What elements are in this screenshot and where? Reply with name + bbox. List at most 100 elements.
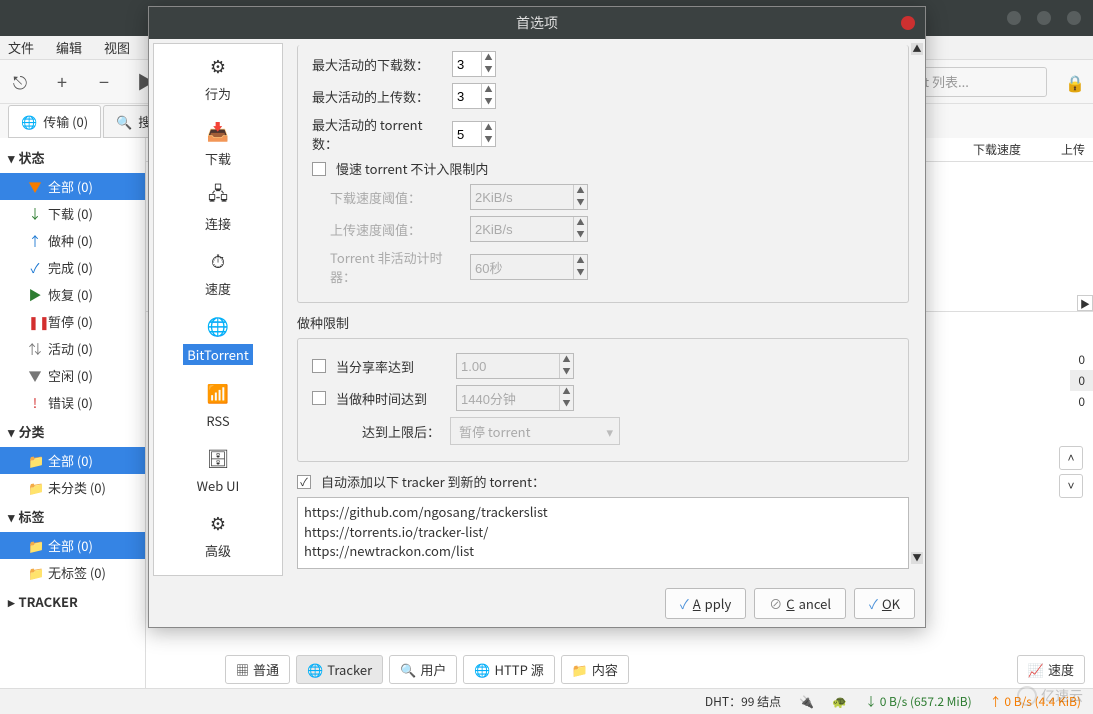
sidebar-icon: ↓ <box>28 204 42 223</box>
prefs-nav-item[interactable]: 🗄 Web UI <box>154 436 282 501</box>
nav-label: 行为 <box>205 84 231 103</box>
max-download-spin[interactable]: ▲▼ <box>452 51 496 77</box>
tab-tracker[interactable]: 🌐Tracker <box>296 655 383 684</box>
sidebar-header-tags[interactable]: ▾ 标签 <box>0 501 145 532</box>
sidebar-item[interactable]: ✓完成 (0) <box>0 254 145 281</box>
max-torrents-spin[interactable]: ▲▼ <box>452 121 496 147</box>
lock-icon[interactable]: 🔒 <box>1065 70 1085 94</box>
sidebar-item[interactable]: ❚❚暂停 (0) <box>0 308 145 335</box>
scroll-up-icon[interactable]: ▲ <box>911 43 923 55</box>
move-up-button[interactable]: ˄ <box>1059 446 1083 470</box>
col-dl-speed[interactable]: 下载速度 <box>973 141 1021 158</box>
tab-general[interactable]: ▦普通 <box>225 655 290 684</box>
sidebar-header-status[interactable]: ▾ 状态 <box>0 142 145 173</box>
prefs-nav-item[interactable]: ⏱速度 <box>154 239 282 304</box>
lbl-seedtime: 当做种时间达到 <box>336 389 446 408</box>
sidebar-item[interactable]: ▼ 全部 (0) <box>0 173 145 200</box>
check-icon: ✓ <box>680 594 689 613</box>
open-link-icon[interactable]: ⎋ <box>8 69 32 95</box>
globe-icon: 🌐 <box>474 660 490 679</box>
nav-icon: 🌐 <box>204 312 232 340</box>
close-icon[interactable] <box>901 16 915 30</box>
scroll-right-icon[interactable]: ▶ <box>1077 295 1093 311</box>
sidebar: ▾ 状态 ▼ 全部 (0) ↓下载 (0)↑做种 (0)✓完成 (0)▶恢复 (0)… <box>0 138 146 688</box>
scroll-down-icon[interactable]: ▼ <box>911 552 923 564</box>
nav-label: 连接 <box>205 214 231 233</box>
sidebar-item-label: 全部 (0) <box>48 451 93 470</box>
sidebar-item-label: 全部 (0) <box>48 536 93 555</box>
prefs-nav-item[interactable]: 📶RSS <box>154 371 282 436</box>
lbl-ratio: 当分享率达到 <box>336 357 446 376</box>
ok-button[interactable]: ✓OK <box>854 588 915 619</box>
nav-label: 下载 <box>205 149 231 168</box>
cancel-icon: ⊘ <box>769 594 782 613</box>
chart-icon: 📈 <box>1028 660 1044 679</box>
sidebar-item[interactable]: 📁全部 (0) <box>0 447 145 474</box>
sidebar-item-label: 恢复 (0) <box>48 285 93 304</box>
dialog-titlebar[interactable]: 首选项 <box>149 7 925 39</box>
tab-transfers[interactable]: 🌐 传输 (0) <box>8 105 101 138</box>
sidebar-item[interactable]: !错误 (0) <box>0 389 145 416</box>
sidebar-item-label: 全部 (0) <box>48 177 93 196</box>
lbl-max-ul: 最大活动的上传数： <box>312 87 442 106</box>
menu-edit[interactable]: 编辑 <box>52 36 86 59</box>
nav-icon: 📥 <box>204 117 232 145</box>
sidebar-icon: 📁 <box>28 536 42 555</box>
search-icon: 🔍 <box>400 660 416 679</box>
sidebar-item[interactable]: 📁 未分类 (0) <box>0 474 145 501</box>
tab-peers[interactable]: 🔍用户 <box>389 655 457 684</box>
cancel-button[interactable]: ⊘Cancel <box>754 588 846 619</box>
col-ul-speed[interactable]: 上传 <box>1061 141 1085 158</box>
sidebar-item[interactable]: 📁无标签 (0) <box>0 559 145 586</box>
sidebar-header-tracker[interactable]: ▸ TRACKER <box>0 586 145 617</box>
apply-button[interactable]: ✓Apply <box>665 588 746 619</box>
tab-speed[interactable]: 📈速度 <box>1017 655 1085 684</box>
sidebar-item[interactable]: ↑做种 (0) <box>0 227 145 254</box>
ratio-checkbox[interactable] <box>312 359 326 373</box>
menu-file[interactable]: 文件 <box>4 36 38 59</box>
sidebar-icon: 📁 <box>28 478 42 497</box>
max-upload-spin[interactable]: ▲▼ <box>452 83 496 109</box>
sidebar-icon: ▼ <box>28 366 42 385</box>
sidebar-item-label: 无标签 (0) <box>48 563 106 582</box>
slow-torrents-checkbox[interactable] <box>312 162 326 176</box>
nav-icon: ⚙ <box>204 509 232 537</box>
prefs-nav-item[interactable]: 🌐BitTorrent <box>154 304 282 371</box>
sidebar-item[interactable]: 📁 全部 (0) <box>0 532 145 559</box>
window-control-dot[interactable] <box>1037 11 1051 25</box>
prefs-nav-item[interactable]: 🖧连接 <box>154 174 282 239</box>
sidebar-icon: ▼ <box>28 177 42 196</box>
prefs-nav-item[interactable]: ⚙高级 <box>154 501 282 566</box>
seed-limit-header: 做种限制 <box>297 313 909 332</box>
sidebar-item[interactable]: ↓下载 (0) <box>0 200 145 227</box>
doc-icon: ▦ <box>236 660 249 679</box>
nav-label: Web UI <box>197 476 240 495</box>
sidebar-item[interactable]: ▼ 空闲 (0) <box>0 362 145 389</box>
auto-add-trackers-checkbox[interactable] <box>297 475 311 489</box>
window-control-dot[interactable] <box>1067 11 1081 25</box>
action-select: 暂停 torrent <box>450 417 620 445</box>
lbl-max-torrents: 最大活动的 torrent 数： <box>312 115 442 153</box>
alt-speed-icon[interactable]: 🐢 <box>832 693 847 710</box>
remove-icon[interactable]: − <box>92 69 116 95</box>
seedtime-checkbox[interactable] <box>312 391 326 405</box>
prefs-nav-item[interactable]: 📥 下载 <box>154 109 282 174</box>
search-icon: 🔍 <box>116 112 132 131</box>
sidebar-item-label: 空闲 (0) <box>48 366 93 385</box>
window-control-dot[interactable] <box>1007 11 1021 25</box>
sidebar-item[interactable]: ▶恢复 (0) <box>0 281 145 308</box>
trackers-textarea[interactable]: https://github.com/ngosang/trackerslisth… <box>297 497 909 569</box>
move-down-button[interactable]: ˅ <box>1059 474 1083 498</box>
sidebar-item[interactable]: ⇅活动 (0) <box>0 335 145 362</box>
plug-icon[interactable]: 🔌 <box>799 693 814 710</box>
prefs-nav-item[interactable]: ⚙行为 <box>154 44 282 109</box>
tab-http[interactable]: 🌐HTTP 源 <box>463 655 554 684</box>
active-limits-group: 最大活动的下载数： ▲▼ 最大活动的上传数： ▲▼ 最大活动的 torrent … <box>297 45 909 303</box>
sidebar-header-categories[interactable]: ▾ 分类 <box>0 416 145 447</box>
nav-icon: 🗄 <box>204 444 232 472</box>
menu-view[interactable]: 视图 <box>100 36 134 59</box>
tab-content[interactable]: 📁内容 <box>561 655 629 684</box>
message-row: 0 <box>1070 391 1093 412</box>
sidebar-item-label: 未分类 (0) <box>48 478 106 497</box>
add-icon[interactable]: + <box>50 69 74 95</box>
